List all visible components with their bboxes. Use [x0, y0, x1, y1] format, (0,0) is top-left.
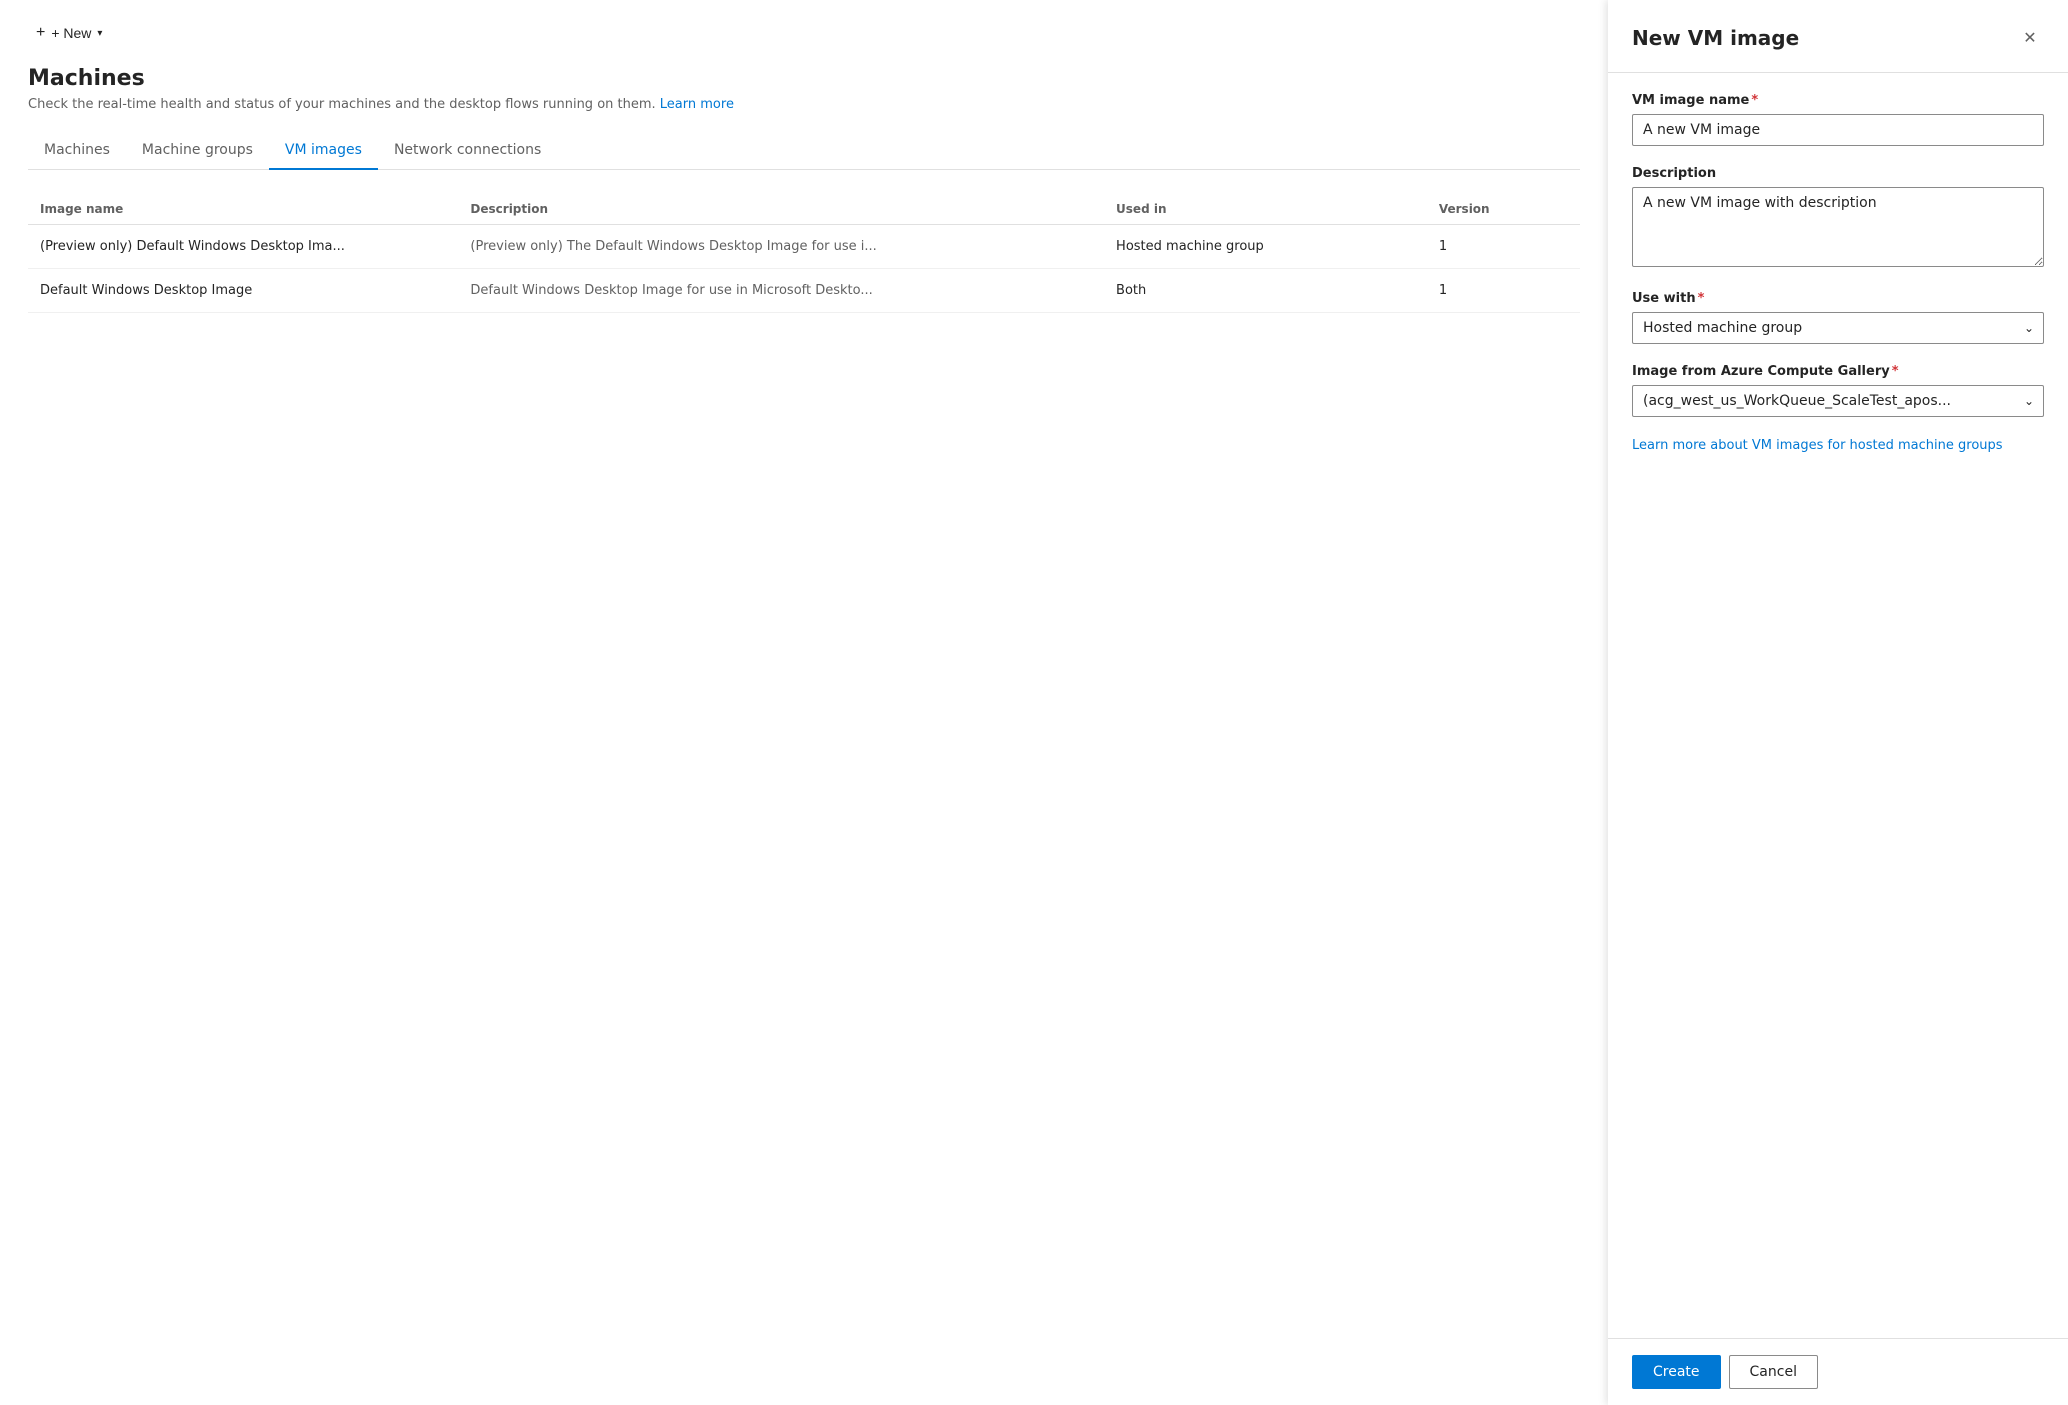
panel-header: New VM image ✕: [1608, 0, 2068, 73]
close-button[interactable]: ✕: [2016, 24, 2044, 52]
description-label: Description: [1632, 166, 2044, 181]
table-row[interactable]: Default Windows Desktop Image Default Wi…: [28, 269, 1580, 313]
required-star: *: [1892, 364, 1899, 379]
row1-name: (Preview only) Default Windows Desktop I…: [40, 239, 470, 254]
panel-footer: Create Cancel: [1608, 1338, 2068, 1405]
vm-images-table: Image name Description Used in Version (…: [28, 194, 1580, 313]
gallery-image-select-wrapper: (acg_west_us_WorkQueue_ScaleTest_apos...…: [1632, 385, 2044, 417]
tab-machine-groups[interactable]: Machine groups: [126, 132, 269, 170]
new-button[interactable]: + + New ▾: [28, 20, 110, 46]
col-version: Version: [1439, 202, 1568, 216]
cancel-button[interactable]: Cancel: [1729, 1355, 1818, 1389]
chevron-down-icon: ▾: [97, 28, 102, 39]
gallery-image-label: Image from Azure Compute Gallery*: [1632, 364, 2044, 379]
vm-image-name-input[interactable]: [1632, 114, 2044, 146]
row1-description: (Preview only) The Default Windows Deskt…: [470, 239, 1116, 254]
create-button[interactable]: Create: [1632, 1355, 1721, 1389]
side-panel: New VM image ✕ VM image name* Descriptio…: [1608, 0, 2068, 1405]
vm-image-name-label: VM image name*: [1632, 93, 2044, 108]
row1-version: 1: [1439, 239, 1568, 254]
use-with-label: Use with*: [1632, 291, 2044, 306]
required-star: *: [1751, 93, 1758, 108]
learn-more-link[interactable]: Learn more: [660, 97, 734, 112]
description-group: Description A new VM image with descript…: [1632, 166, 2044, 271]
tab-bar: Machines Machine groups VM images Networ…: [28, 132, 1580, 170]
new-button-label: + New: [51, 25, 91, 41]
row1-used-in: Hosted machine group: [1116, 239, 1439, 254]
gallery-image-select[interactable]: (acg_west_us_WorkQueue_ScaleTest_apos...: [1632, 385, 2044, 417]
tab-network-connections[interactable]: Network connections: [378, 132, 557, 170]
tab-machines[interactable]: Machines: [28, 132, 126, 170]
row2-name: Default Windows Desktop Image: [40, 283, 470, 298]
row2-description: Default Windows Desktop Image for use in…: [470, 283, 1116, 298]
use-with-select[interactable]: Hosted machine group Both: [1632, 312, 2044, 344]
vm-image-name-group: VM image name*: [1632, 93, 2044, 146]
table-row[interactable]: (Preview only) Default Windows Desktop I…: [28, 225, 1580, 269]
hosted-machine-groups-info-link[interactable]: Learn more about VM images for hosted ma…: [1632, 438, 2003, 453]
gallery-image-group: Image from Azure Compute Gallery* (acg_w…: [1632, 364, 2044, 417]
panel-title: New VM image: [1632, 26, 1799, 50]
close-icon: ✕: [2023, 28, 2036, 48]
use-with-group: Use with* Hosted machine group Both ⌄: [1632, 291, 2044, 344]
table-header: Image name Description Used in Version: [28, 194, 1580, 225]
row2-used-in: Both: [1116, 283, 1439, 298]
panel-body: VM image name* Description A new VM imag…: [1608, 73, 2068, 1338]
description-textarea[interactable]: A new VM image with description: [1632, 187, 2044, 267]
use-with-select-wrapper: Hosted machine group Both ⌄: [1632, 312, 2044, 344]
row2-version: 1: [1439, 283, 1568, 298]
tab-vm-images[interactable]: VM images: [269, 132, 378, 170]
page-title: Machines: [28, 66, 1580, 91]
col-image-name: Image name: [40, 202, 470, 216]
col-used-in: Used in: [1116, 202, 1439, 216]
plus-icon: +: [36, 24, 45, 42]
required-star: *: [1698, 291, 1705, 306]
col-description: Description: [470, 202, 1116, 216]
page-subtitle: Check the real-time health and status of…: [28, 97, 1580, 112]
